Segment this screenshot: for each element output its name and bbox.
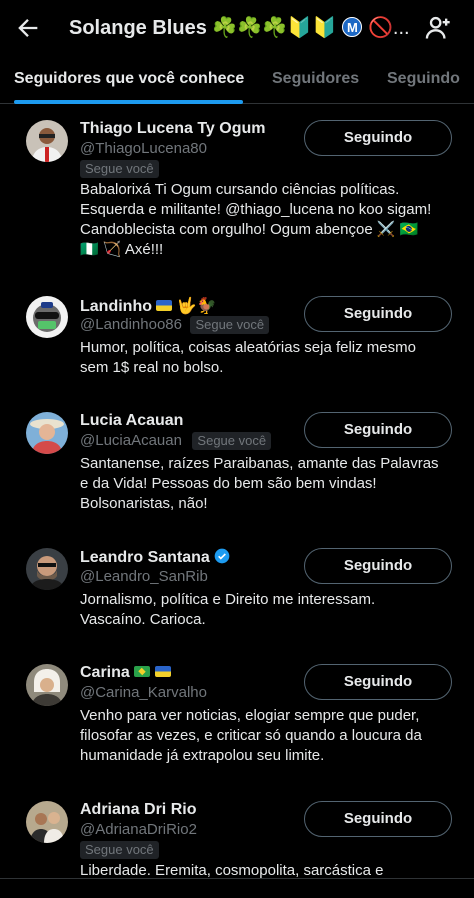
user-bio: Venho para ver noticias, elogiar sempre … xyxy=(80,707,422,764)
follows-you-badge: Segue você xyxy=(192,432,272,450)
badge-text: Segue você xyxy=(80,841,159,859)
user-name[interactable]: Adriana Dri Rio xyxy=(80,801,196,819)
ukraine-flag-icon xyxy=(154,666,171,677)
person-add-icon[interactable] xyxy=(424,14,452,42)
user-bio: Jornalismo, política e Direito me intere… xyxy=(80,591,376,628)
user-name[interactable]: Thiago Lucena Ty Ogum xyxy=(80,120,266,138)
page-title: Solange Blues ☘️☘️☘️🔰🔰 M 🚫... xyxy=(69,14,409,42)
follows-you-badge: Segue você xyxy=(190,316,270,334)
active-tab-indicator xyxy=(14,100,243,104)
user-handle: @AdrianaDriRio2 xyxy=(80,821,197,838)
avatar[interactable] xyxy=(26,296,68,338)
user-name[interactable]: Leandro Santana xyxy=(80,549,210,566)
user-name-line: Leandro Santana xyxy=(80,548,230,567)
tab-followers-you-know[interactable]: Seguidores que você conhece xyxy=(14,70,244,88)
tab-followers[interactable]: Seguidores xyxy=(272,70,359,88)
user-bio: Babalorixá Ti Ogum cursando ciências pol… xyxy=(80,181,432,258)
verified-badge-icon xyxy=(214,548,230,564)
user-name[interactable]: Lucia Acauan xyxy=(80,412,183,430)
tab-bar: Seguidores que você conhece Seguidores S… xyxy=(0,58,474,104)
following-button[interactable]: Seguindo xyxy=(304,801,452,837)
following-button[interactable]: Seguindo xyxy=(304,548,452,584)
user-handle: @ThiagoLucena80 xyxy=(80,140,207,157)
user-handle: @Leandro_SanRib xyxy=(80,568,208,585)
profile-name: Solange Blues xyxy=(69,17,207,39)
following-button[interactable]: Seguindo xyxy=(304,120,452,156)
badge-text: Segue você xyxy=(80,160,159,178)
following-button[interactable]: Seguindo xyxy=(304,296,452,332)
avatar[interactable] xyxy=(26,801,68,843)
avatar[interactable] xyxy=(26,548,68,590)
follows-you-badge: Segue você xyxy=(80,160,159,178)
handle-line: @Landinhoo86 Segue você xyxy=(80,316,270,334)
user-bio: Humor, política, coisas aleatórias seja … xyxy=(80,339,416,376)
brazil-flag-icon xyxy=(134,666,151,677)
user-handle: @Landinhoo86 xyxy=(80,316,182,333)
avatar[interactable] xyxy=(26,120,68,162)
name-emojis: 🤟🐓 xyxy=(176,298,217,315)
user-name[interactable]: Landinho xyxy=(80,298,152,315)
title-tail: 🚫... xyxy=(368,17,409,39)
following-button[interactable]: Seguindo xyxy=(304,664,452,700)
title-emojis: ☘️☘️☘️🔰🔰 xyxy=(212,17,337,39)
user-name-line: Landinho 🤟🐓 xyxy=(80,296,217,316)
user-name-line: Carina xyxy=(80,664,171,682)
user-handle: @LuciaAcauan xyxy=(80,432,182,449)
handle-line: @LuciaAcauan Segue você xyxy=(80,432,272,450)
arrow-left-icon[interactable] xyxy=(14,14,42,42)
top-bar: Solange Blues ☘️☘️☘️🔰🔰 M 🚫... xyxy=(0,0,474,56)
user-handle: @Carina_Karvalho xyxy=(80,684,207,701)
user-bio: Santanense, raízes Paraibanas, amante da… xyxy=(80,455,439,512)
bottom-navigation-bar xyxy=(0,878,474,898)
following-button[interactable]: Seguindo xyxy=(304,412,452,448)
avatar[interactable] xyxy=(26,664,68,706)
follows-you-badge: Segue você xyxy=(80,841,159,859)
user-name[interactable]: Carina xyxy=(80,664,130,681)
avatar[interactable] xyxy=(26,412,68,454)
m-badge: M xyxy=(342,17,363,37)
tab-following[interactable]: Seguindo xyxy=(387,70,460,88)
ukraine-flag-icon xyxy=(156,300,173,311)
